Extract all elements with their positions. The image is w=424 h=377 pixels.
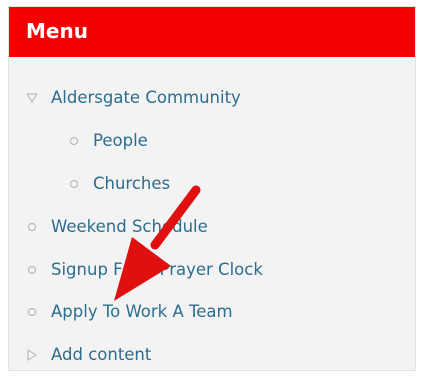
circle-bullet-icon — [26, 264, 38, 276]
menu-item-label[interactable]: Weekend Schedule — [51, 216, 208, 238]
menu-item-weekend-schedule[interactable]: Weekend Schedule — [26, 213, 208, 241]
menu-item-add-content[interactable]: Add content — [26, 341, 151, 369]
menu-item-people[interactable]: People — [68, 127, 148, 155]
menu-item-churches[interactable]: Churches — [68, 170, 170, 198]
circle-bullet-icon — [26, 221, 38, 233]
menu-item-label[interactable]: Add content — [51, 344, 151, 366]
menu-item-aldersgate-community[interactable]: Aldersgate Community — [26, 84, 241, 112]
menu-header: Menu — [9, 7, 415, 57]
menu-item-label[interactable]: Signup For a Prayer Clock — [51, 259, 263, 281]
menu-block: Menu Aldersgate Community People Churche… — [8, 6, 416, 371]
menu-item-apply-to-work-a-team[interactable]: Apply To Work A Team — [26, 298, 233, 326]
menu-title: Menu — [26, 19, 88, 43]
menu-item-label[interactable]: People — [93, 130, 148, 152]
menu-item-label[interactable]: Apply To Work A Team — [51, 301, 233, 323]
circle-bullet-icon — [26, 306, 38, 318]
circle-bullet-icon — [68, 178, 80, 190]
triangle-right-icon[interactable] — [26, 349, 38, 361]
menu-item-label[interactable]: Churches — [93, 173, 170, 195]
menu-item-label[interactable]: Aldersgate Community — [51, 87, 241, 109]
triangle-down-icon[interactable] — [26, 92, 38, 104]
menu-item-prayer-clock-signup[interactable]: Signup For a Prayer Clock — [26, 256, 263, 284]
circle-bullet-icon — [68, 135, 80, 147]
